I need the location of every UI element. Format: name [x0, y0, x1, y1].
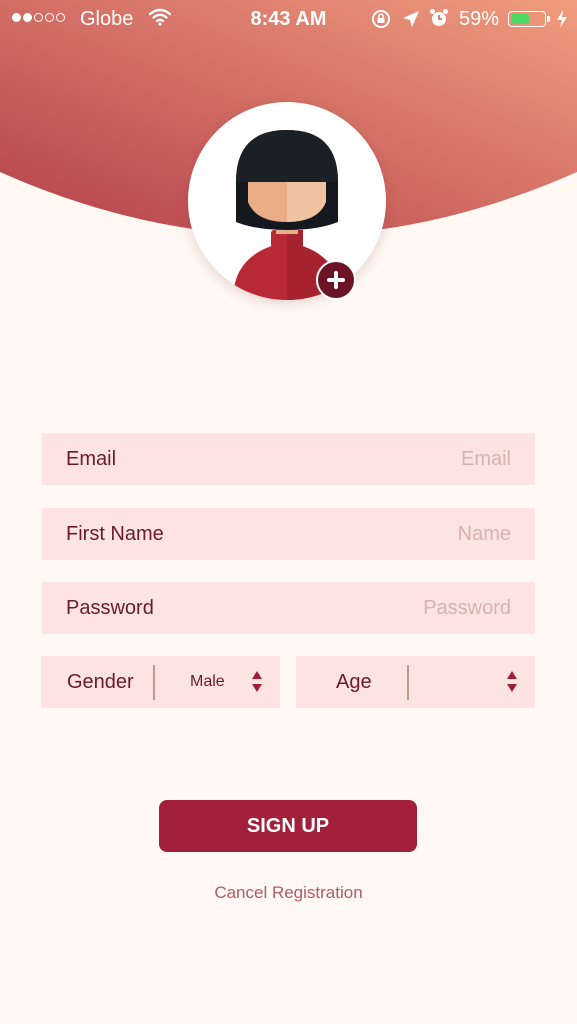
first-name-input[interactable] [251, 518, 511, 550]
alarm-icon [429, 8, 449, 34]
add-photo-button[interactable] [316, 260, 356, 300]
first-name-field[interactable]: First Name [42, 508, 535, 560]
battery-icon [508, 11, 546, 27]
orientation-lock-icon [370, 9, 392, 35]
battery-percentage: 59% [459, 8, 500, 30]
age-label: Age [336, 671, 372, 693]
location-arrow-icon [402, 10, 420, 34]
email-field[interactable]: Email [42, 433, 535, 485]
gender-select[interactable]: Gender Male [41, 656, 280, 708]
battery-level-fill [511, 14, 530, 24]
cancel-registration-link[interactable]: Cancel Registration [0, 883, 577, 903]
gender-divider [153, 665, 155, 700]
password-input[interactable] [251, 592, 511, 624]
gender-value[interactable]: Male [190, 656, 225, 708]
email-input[interactable] [251, 443, 511, 475]
gender-spinner-icon[interactable] [252, 671, 262, 693]
email-label: Email [66, 448, 117, 470]
age-divider [407, 665, 409, 700]
signup-button[interactable]: SIGN UP [159, 800, 417, 852]
charging-bolt-icon [556, 9, 568, 35]
battery-terminal [547, 16, 550, 22]
gender-label: Gender [67, 671, 134, 693]
password-field[interactable]: Password [42, 582, 535, 634]
age-select[interactable]: Age [296, 656, 535, 708]
female-avatar-icon [233, 130, 341, 300]
status-bar: Globe 8:43 AM 59% [0, 0, 577, 38]
first-name-label: First Name [66, 523, 164, 545]
profile-avatar[interactable] [188, 102, 386, 300]
age-spinner-icon[interactable] [507, 671, 517, 693]
password-label: Password [66, 597, 154, 619]
